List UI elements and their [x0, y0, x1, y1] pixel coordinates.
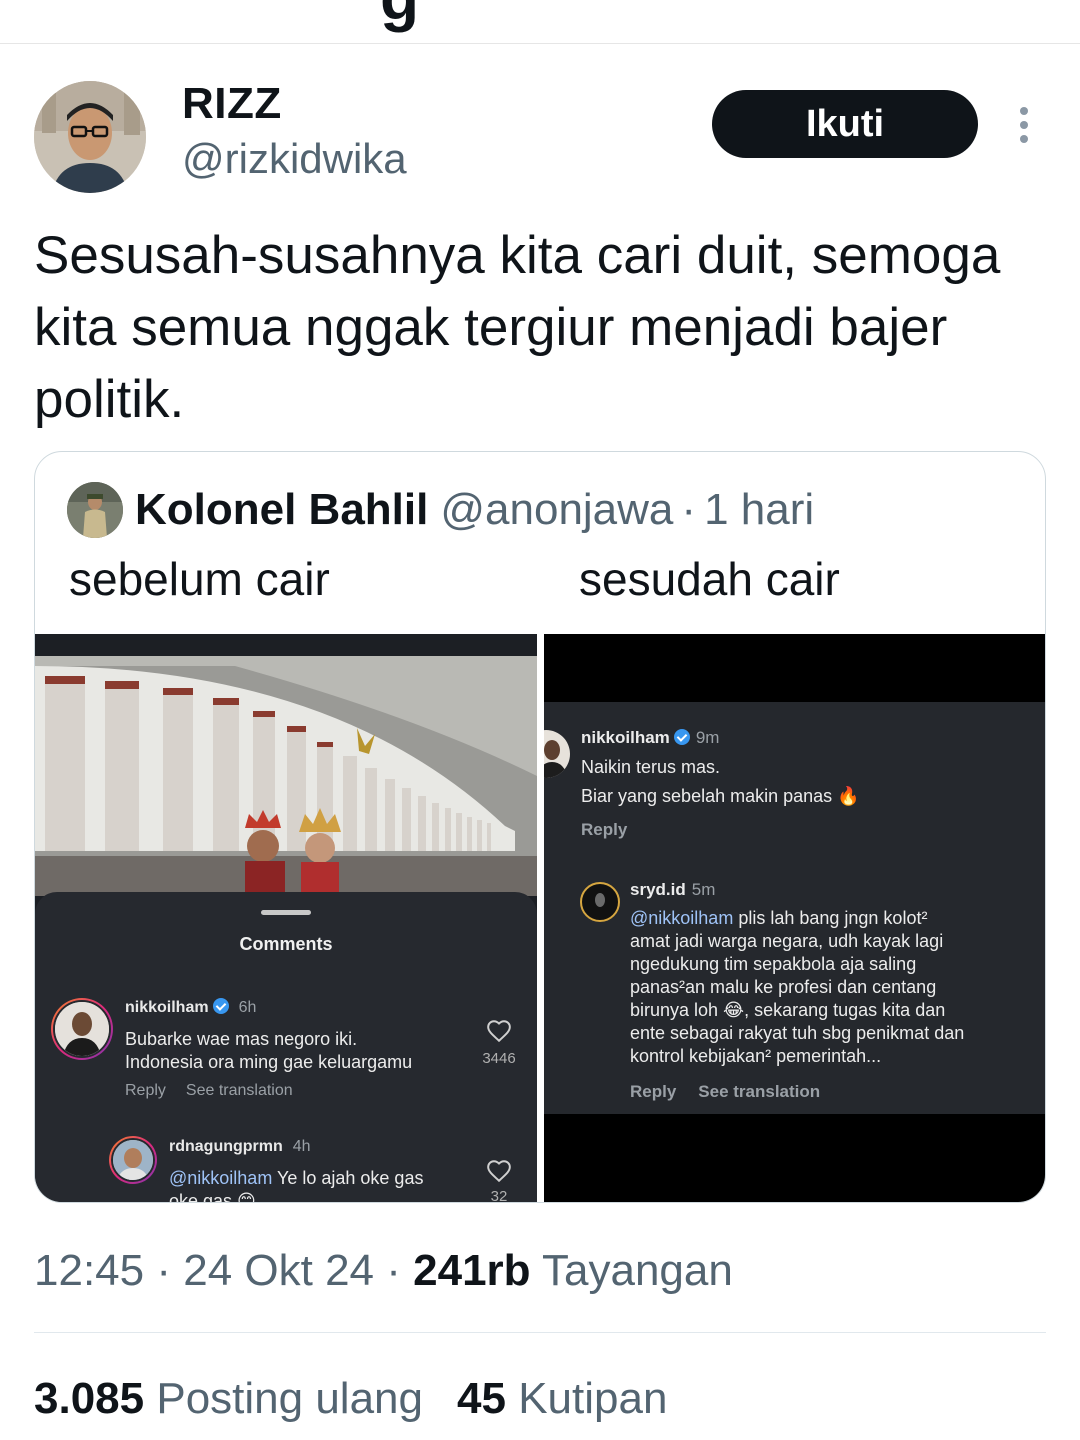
commenter-avatar[interactable]	[51, 998, 113, 1060]
quoted-tweet[interactable]: Kolonel Bahlil @anonjawa · 1 hari sebelu…	[34, 451, 1046, 1203]
comment-line: kontrol kebijakan² pemerintah...	[630, 1046, 882, 1066]
comment-line: oke gas 😊	[169, 1191, 256, 1203]
verified-badge-icon	[212, 998, 229, 1014]
quoted-time: 1 hari	[704, 485, 815, 534]
comment-line: ngedukung tim sepakbola aja saling	[630, 954, 917, 974]
username-text[interactable]: nikkoilham	[125, 999, 209, 1016]
comment-line: amat jadi warga negara, udh kayak lagi	[630, 931, 944, 951]
mention-link[interactable]: @nikkoilham	[630, 908, 733, 928]
dot	[1020, 107, 1028, 115]
divider	[34, 1332, 1046, 1333]
reply-link[interactable]: Reply	[581, 820, 627, 839]
tweet-meta: 12:45 · 24 Okt 24 · 241rb Tayangan	[34, 1246, 733, 1296]
views-label: Tayangan	[542, 1246, 733, 1295]
mention-link[interactable]: @nikkoilham	[169, 1168, 272, 1188]
comment-line: Bubarke wae mas negoro iki.	[125, 1029, 358, 1049]
comment-text: plis lah bang jngn kolot²	[738, 908, 928, 928]
comment-line: panas²an malu ke profesi dan centang	[630, 977, 937, 997]
comment-line: Indonesia ora ming gae keluargamu	[125, 1052, 413, 1072]
dot	[1020, 135, 1028, 143]
comment-actions: Reply	[581, 820, 649, 840]
comment-actions: Reply See translation	[125, 1082, 313, 1100]
comment-line: Naikin terus mas.	[581, 757, 721, 777]
comment-time: 6h	[238, 999, 257, 1016]
views-count: 241rb	[413, 1246, 531, 1295]
reply-link[interactable]: Reply	[125, 1082, 166, 1099]
palace-photo	[35, 656, 537, 896]
reply-link[interactable]: Reply	[630, 1082, 676, 1101]
tweet-header: RIZZ @rizkidwika Ikuti	[0, 75, 1080, 195]
dot	[1020, 121, 1028, 129]
comment-line: ente sebagai rakyat tuh sbg penikmat dan	[630, 1023, 965, 1043]
quotes-label: Kutipan	[518, 1374, 668, 1423]
follow-button[interactable]: Ikuti	[712, 90, 978, 158]
sheet-grabber[interactable]	[261, 910, 311, 915]
author-handle[interactable]: @rizkidwika	[182, 135, 407, 183]
reposts-count: 3.085	[34, 1374, 145, 1423]
cutoff-title-fragment: g	[380, 0, 419, 34]
comment-time: 9m	[695, 728, 720, 747]
like-count: 3446	[482, 1050, 516, 1067]
quotes-stat[interactable]: 45 Kutipan	[457, 1374, 667, 1423]
tweet-date[interactable]: 24 Okt 24	[183, 1246, 374, 1295]
comments-sheet: Comments nikkoilham 6h Bubarke wae mas ne…	[35, 892, 537, 1203]
commenter-avatar[interactable]	[109, 1136, 157, 1184]
username-text[interactable]: nikkoilham	[581, 728, 670, 747]
screenshot-after[interactable]: nikkoilham 9m Naikin terus mas. Biar yang…	[544, 634, 1045, 1202]
heart-icon[interactable]	[486, 1158, 512, 1184]
reposts-stat[interactable]: 3.085 Posting ulang	[34, 1374, 423, 1423]
separator-dot: ·	[681, 485, 697, 534]
comment-actions: Reply See translation	[630, 1082, 842, 1102]
tweet-text: Sesusah-susahnya kita cari duit, semoga …	[34, 226, 1001, 429]
caption-right: sesudah cair	[579, 553, 840, 605]
commenter-avatar[interactable]	[580, 882, 620, 922]
author-avatar[interactable]	[34, 81, 146, 193]
comment-username[interactable]: nikkoilham 6h	[125, 998, 256, 1017]
quoted-author-name[interactable]: Kolonel Bahlil	[135, 485, 428, 535]
quotes-count: 45	[457, 1374, 506, 1423]
comment-time: 4h	[292, 1138, 311, 1155]
tweet-stats: 3.085 Posting ulang 45 Kutipan	[34, 1374, 667, 1424]
comments-area: nikkoilham 9m Naikin terus mas. Biar yang…	[544, 702, 1045, 1114]
comments-title: Comments	[239, 934, 333, 954]
comment-username[interactable]: rdnagungprmn 4h	[169, 1138, 311, 1156]
separator-dot: ·	[386, 1246, 401, 1295]
more-vertical-icon[interactable]	[1006, 103, 1042, 147]
comment-username[interactable]: sryd.id 5m	[630, 880, 715, 900]
comment-line: @nikkoilham plis lah bang jngn kolot²	[630, 907, 927, 930]
comment-time: 5m	[691, 880, 716, 899]
caption-left: sebelum cair	[69, 553, 330, 605]
comment-line: @nikkoilham Ye lo ajah oke gas	[169, 1167, 423, 1190]
commenter-avatar[interactable]	[544, 730, 570, 778]
username-text[interactable]: rdnagungprmn	[169, 1138, 283, 1155]
reposts-label: Posting ulang	[156, 1374, 423, 1423]
separator-dot: ·	[156, 1246, 171, 1295]
quoted-author-avatar[interactable]	[67, 482, 123, 538]
quoted-author-handle[interactable]: @anonjawa	[440, 485, 673, 535]
tweet-time[interactable]: 12:45	[34, 1246, 144, 1295]
comment-line: Biar yang sebelah makin panas 🔥	[581, 786, 860, 806]
see-translation-link[interactable]: See translation	[186, 1082, 293, 1099]
like-count: 32	[490, 1188, 508, 1203]
see-translation-link[interactable]: See translation	[698, 1082, 820, 1101]
top-bar-cutoff: g	[0, 0, 1080, 44]
screenshot-before[interactable]: Comments nikkoilham 6h Bubarke wae mas ne…	[35, 634, 537, 1203]
comment-text: Ye lo ajah oke gas	[277, 1168, 424, 1188]
quoted-tweet-header: Kolonel Bahlil @anonjawa · 1 hari	[67, 482, 814, 538]
comment-line: birunya loh 😂, sekarang tugas kita dan	[630, 1000, 946, 1020]
username-text[interactable]: sryd.id	[630, 880, 686, 899]
comment-username[interactable]: nikkoilham 9m	[581, 728, 719, 748]
verified-badge-icon	[673, 729, 690, 745]
heart-icon[interactable]	[486, 1018, 512, 1044]
author-name[interactable]: RIZZ	[182, 79, 282, 129]
